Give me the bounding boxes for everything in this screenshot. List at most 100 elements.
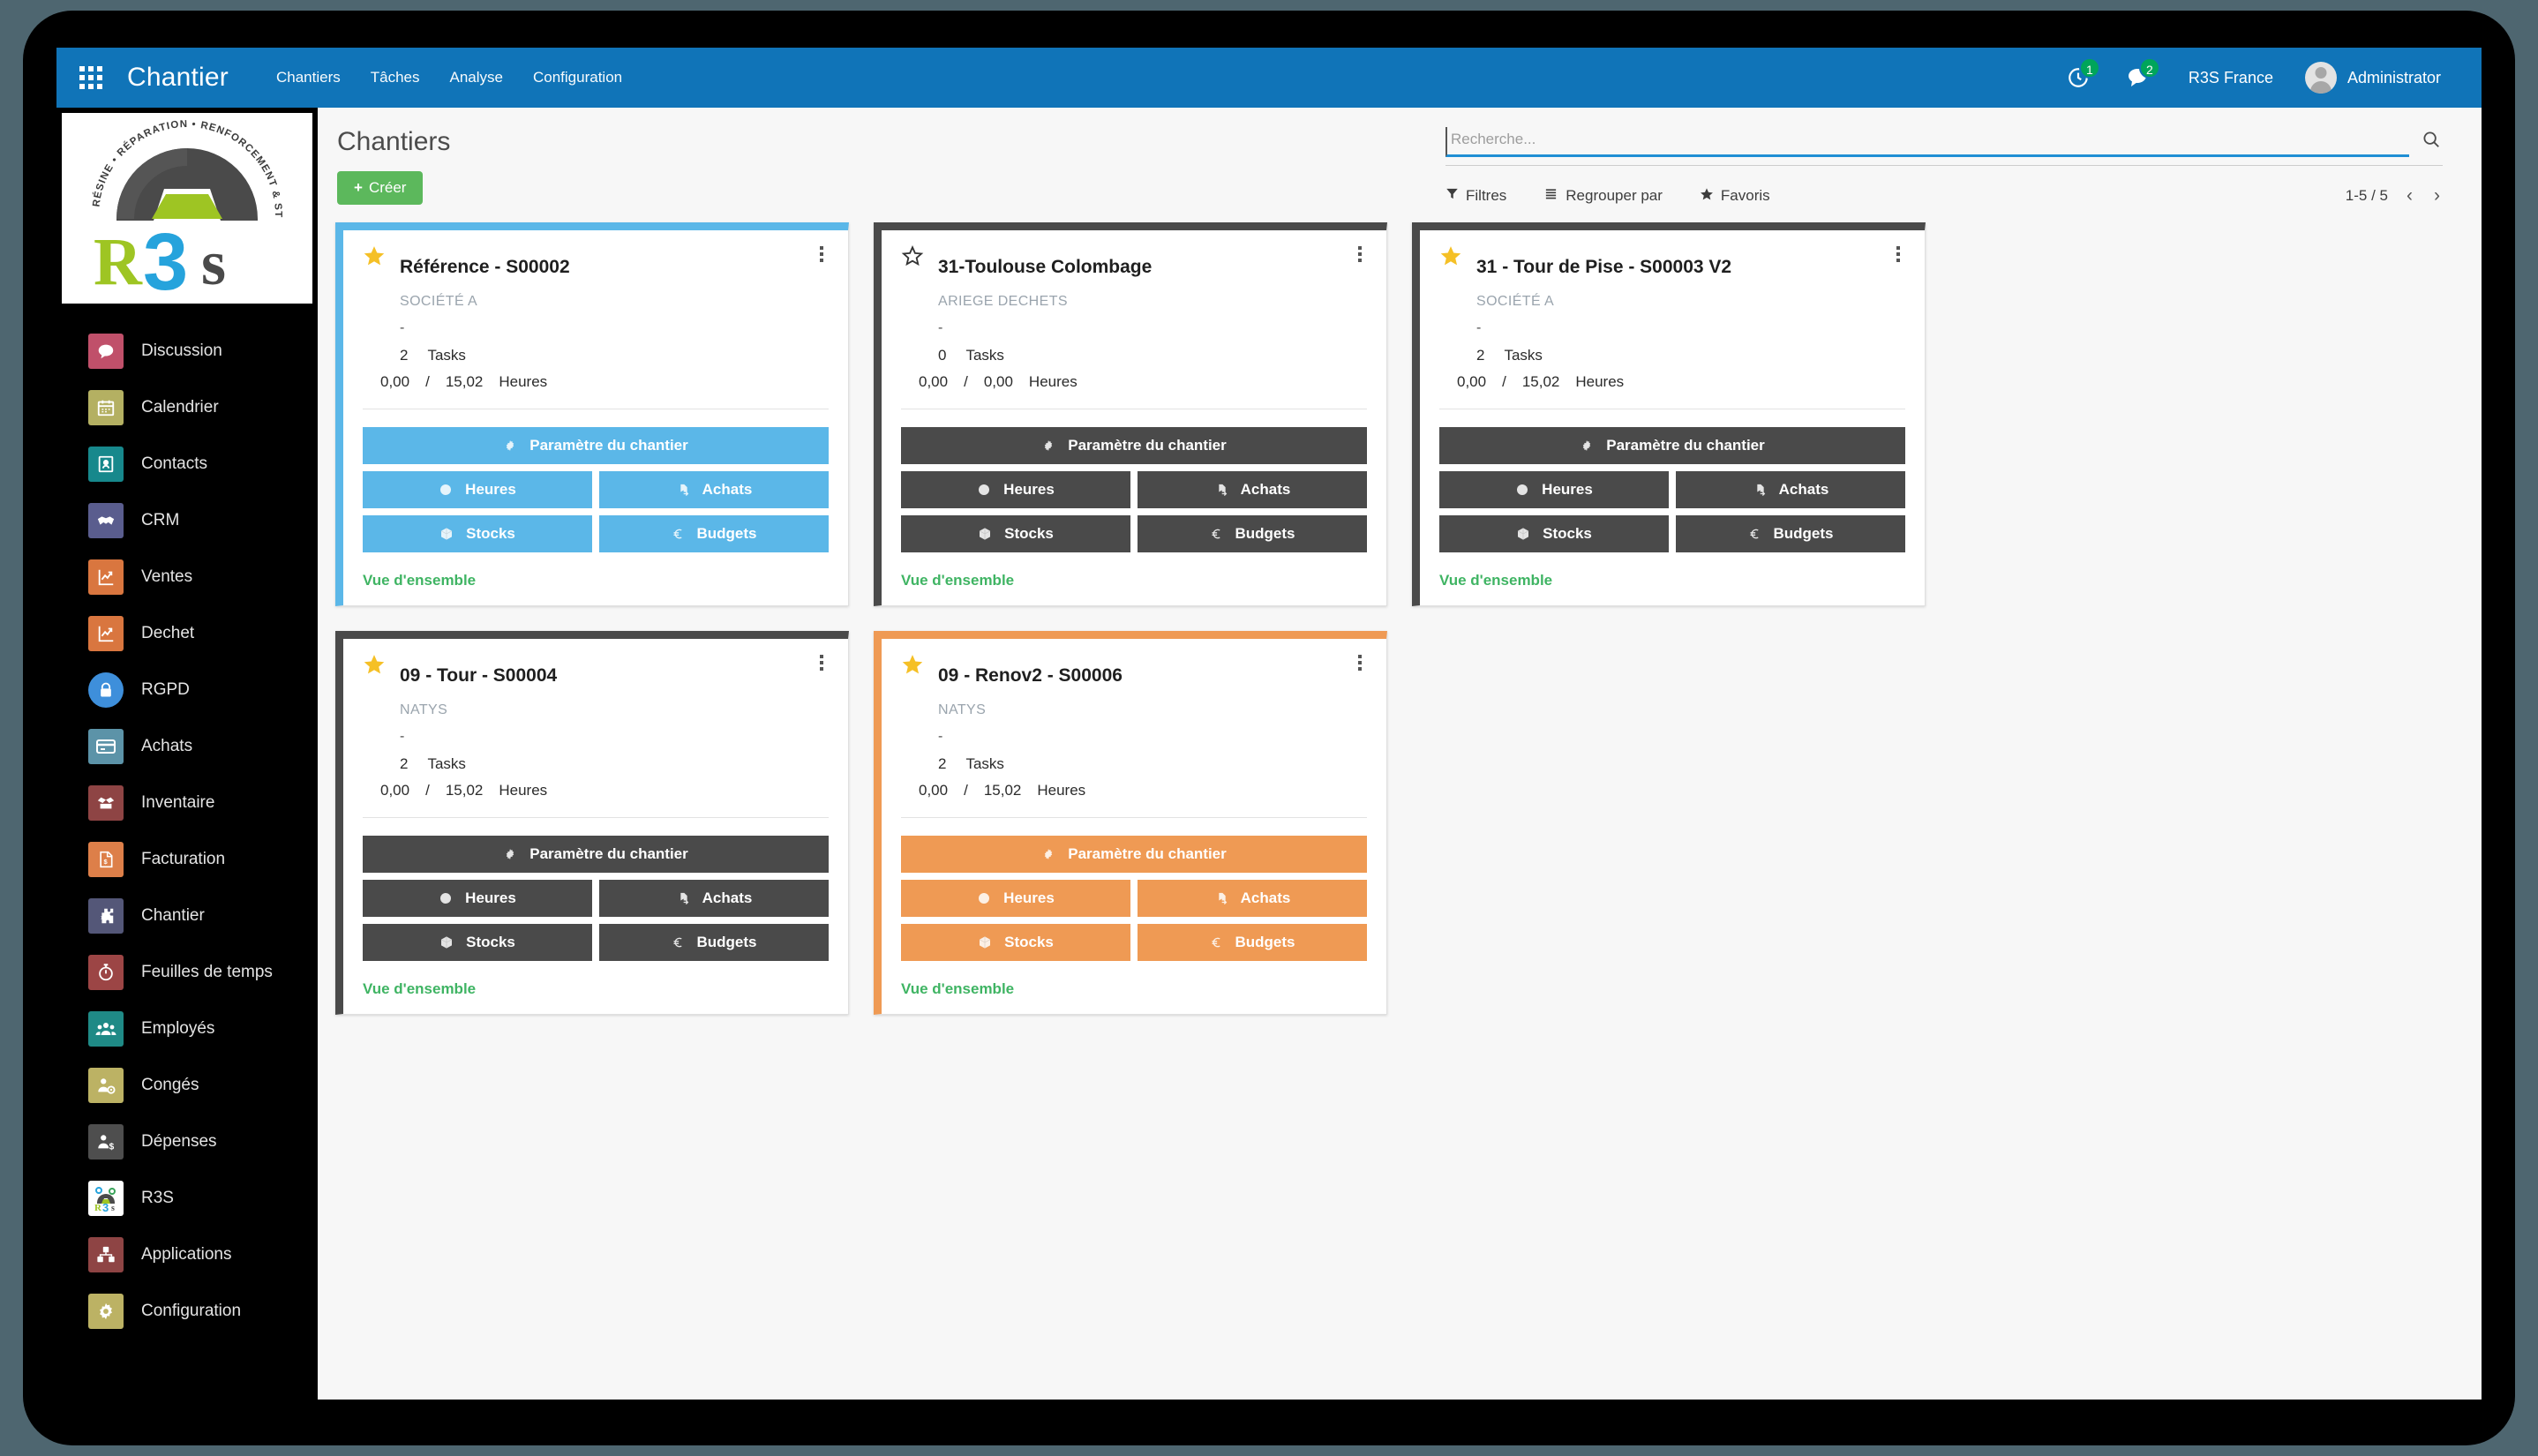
hours-button[interactable]: Heures bbox=[901, 471, 1130, 509]
company-switcher[interactable]: R3S France bbox=[2189, 69, 2273, 87]
kebab-menu-icon[interactable] bbox=[1353, 243, 1367, 266]
sidebar-item-applications[interactable]: Applications bbox=[56, 1227, 318, 1283]
sidebar-item-depenses[interactable]: $ Dépenses bbox=[56, 1114, 318, 1170]
activity-menu[interactable]: 1 bbox=[2067, 57, 2100, 89]
card-title[interactable]: Référence - S00002 bbox=[400, 257, 570, 278]
chevron-left-icon[interactable]: ‹ bbox=[2404, 185, 2415, 206]
sidebar-item-inventaire[interactable]: Inventaire bbox=[56, 775, 318, 831]
budgets-button[interactable]: Budgets bbox=[1676, 515, 1905, 553]
favorite-star-icon[interactable] bbox=[1439, 244, 1462, 267]
stocks-button[interactable]: Stocks bbox=[901, 515, 1130, 553]
sidebar-item-chantier[interactable]: Chantier bbox=[56, 888, 318, 944]
stocks-button[interactable]: Stocks bbox=[1439, 515, 1669, 553]
hours-word: Heures bbox=[499, 782, 548, 799]
settings-button[interactable]: Paramètre du chantier bbox=[363, 836, 829, 874]
hours-button[interactable]: Heures bbox=[901, 880, 1130, 918]
kanban-card[interactable]: 31 - Tour de Pise - S00003 V2 SOCIÉTÉ A … bbox=[1412, 222, 1926, 607]
sidebar-item-achats[interactable]: Achats bbox=[56, 718, 318, 775]
sidebar-item-discussion[interactable]: Discussion bbox=[56, 323, 318, 379]
create-button[interactable]: + Créer bbox=[337, 171, 424, 205]
menu-item-analyse[interactable]: Analyse bbox=[450, 69, 503, 86]
filters-dropdown[interactable]: Filtres bbox=[1445, 187, 1506, 205]
kebab-menu-icon[interactable] bbox=[1353, 651, 1367, 674]
kanban-card[interactable]: 09 - Tour - S00004 NATYS - 2 Tasks 0,00 … bbox=[335, 631, 849, 1016]
stocks-button[interactable]: Stocks bbox=[363, 515, 592, 553]
card-tasks: 2 Tasks bbox=[1476, 347, 1905, 364]
favorites-dropdown[interactable]: Favoris bbox=[1700, 187, 1770, 206]
overview-link[interactable]: Vue d'ensemble bbox=[363, 980, 829, 998]
stocks-button[interactable]: Stocks bbox=[363, 924, 592, 962]
kanban-card[interactable]: 31-Toulouse Colombage ARIEGE DECHETS - 0… bbox=[874, 222, 1387, 607]
tasks-word: Tasks bbox=[427, 347, 466, 364]
overview-link[interactable]: Vue d'ensemble bbox=[901, 572, 1367, 589]
sidebar-item-employes[interactable]: Employés bbox=[56, 1001, 318, 1057]
kebab-menu-icon[interactable] bbox=[815, 651, 829, 674]
sidebar-item-dechet[interactable]: Dechet bbox=[56, 605, 318, 662]
overview-link[interactable]: Vue d'ensemble bbox=[363, 572, 829, 589]
favorite-star-icon[interactable] bbox=[901, 244, 924, 267]
sidebar-label: CRM bbox=[141, 511, 180, 529]
magnifier-icon[interactable] bbox=[2409, 130, 2443, 157]
sidebar-item-r3s[interactable]: R 3 s R3S bbox=[56, 1170, 318, 1227]
purchases-button[interactable]: Achats bbox=[1138, 471, 1367, 509]
chat-icon bbox=[88, 334, 124, 369]
card-title[interactable]: 31-Toulouse Colombage bbox=[938, 257, 1152, 278]
budgets-button[interactable]: Budgets bbox=[599, 515, 829, 553]
budgets-button[interactable]: Budgets bbox=[599, 924, 829, 962]
settings-button[interactable]: Paramètre du chantier bbox=[901, 836, 1367, 874]
sidebar-item-facturation[interactable]: $ Facturation bbox=[56, 831, 318, 888]
hours-button[interactable]: Heures bbox=[1439, 471, 1669, 509]
card-title[interactable]: 09 - Renov2 - S00006 bbox=[938, 665, 1123, 687]
groupby-dropdown[interactable]: Regrouper par bbox=[1543, 187, 1663, 205]
overview-link[interactable]: Vue d'ensemble bbox=[901, 980, 1367, 998]
sidebar-item-crm[interactable]: CRM bbox=[56, 492, 318, 549]
card-title[interactable]: 09 - Tour - S00004 bbox=[400, 665, 557, 687]
sidebar-item-feuilles-de-temps[interactable]: Feuilles de temps bbox=[56, 944, 318, 1001]
settings-button[interactable]: Paramètre du chantier bbox=[901, 427, 1367, 465]
card-placeholder-dash: - bbox=[938, 729, 943, 745]
search-input[interactable] bbox=[1445, 127, 2409, 157]
chevron-right-icon[interactable]: › bbox=[2431, 185, 2443, 206]
sidebar-item-conges[interactable]: Congés bbox=[56, 1057, 318, 1114]
menu-item-taches[interactable]: Tâches bbox=[371, 69, 420, 86]
card-title[interactable]: 31 - Tour de Pise - S00003 V2 bbox=[1476, 257, 1731, 278]
messages-menu[interactable]: 2 bbox=[2127, 57, 2160, 89]
hours-button-label: Heures bbox=[465, 889, 516, 907]
overview-link[interactable]: Vue d'ensemble bbox=[1439, 572, 1905, 589]
stocks-button[interactable]: Stocks bbox=[901, 924, 1130, 962]
purchases-button[interactable]: Achats bbox=[1676, 471, 1905, 509]
app-title[interactable]: Chantier bbox=[127, 63, 229, 93]
card-tasks: 0 Tasks bbox=[938, 347, 1367, 364]
budgets-button[interactable]: Budgets bbox=[1138, 515, 1367, 553]
r3s-logo-icon: RÉSINE • RÉPARATION • RENFORCEMENT & ST R… bbox=[78, 120, 282, 296]
hours-button[interactable]: Heures bbox=[363, 471, 592, 509]
tasks-count: 0 bbox=[938, 347, 947, 364]
sidebar-item-configuration[interactable]: Configuration bbox=[56, 1283, 318, 1340]
sidebar-item-rgpd[interactable]: RGPD bbox=[56, 662, 318, 718]
kanban-card[interactable]: 09 - Renov2 - S00006 NATYS - 2 Tasks 0,0… bbox=[874, 631, 1387, 1016]
favorite-star-icon[interactable] bbox=[901, 653, 924, 676]
menu-item-configuration[interactable]: Configuration bbox=[533, 69, 622, 86]
user-menu[interactable]: Administrator bbox=[2304, 62, 2441, 94]
kanban-card[interactable]: Référence - S00002 SOCIÉTÉ A - 2 Tasks 0… bbox=[335, 222, 849, 607]
sidebar-item-ventes[interactable]: Ventes bbox=[56, 549, 318, 605]
sidebar-item-calendrier[interactable]: Calendrier bbox=[56, 379, 318, 436]
kebab-menu-icon[interactable] bbox=[815, 243, 829, 266]
stocks-button-label: Stocks bbox=[466, 934, 515, 951]
tasks-count: 2 bbox=[400, 347, 409, 364]
sidebar-label: Dépenses bbox=[141, 1132, 217, 1151]
purchases-button[interactable]: Achats bbox=[599, 471, 829, 509]
menu-item-chantiers[interactable]: Chantiers bbox=[276, 69, 341, 86]
apps-grid-icon[interactable] bbox=[79, 66, 102, 89]
settings-button[interactable]: Paramètre du chantier bbox=[363, 427, 829, 465]
sidebar-item-contacts[interactable]: Contacts bbox=[56, 436, 318, 492]
favorite-star-icon[interactable] bbox=[363, 244, 386, 267]
settings-button[interactable]: Paramètre du chantier bbox=[1439, 427, 1905, 465]
modules-icon bbox=[88, 1237, 124, 1272]
budgets-button[interactable]: Budgets bbox=[1138, 924, 1367, 962]
purchases-button[interactable]: Achats bbox=[599, 880, 829, 918]
kebab-menu-icon[interactable] bbox=[1891, 243, 1905, 266]
hours-button[interactable]: Heures bbox=[363, 880, 592, 918]
purchases-button[interactable]: Achats bbox=[1138, 880, 1367, 918]
favorite-star-icon[interactable] bbox=[363, 653, 386, 676]
